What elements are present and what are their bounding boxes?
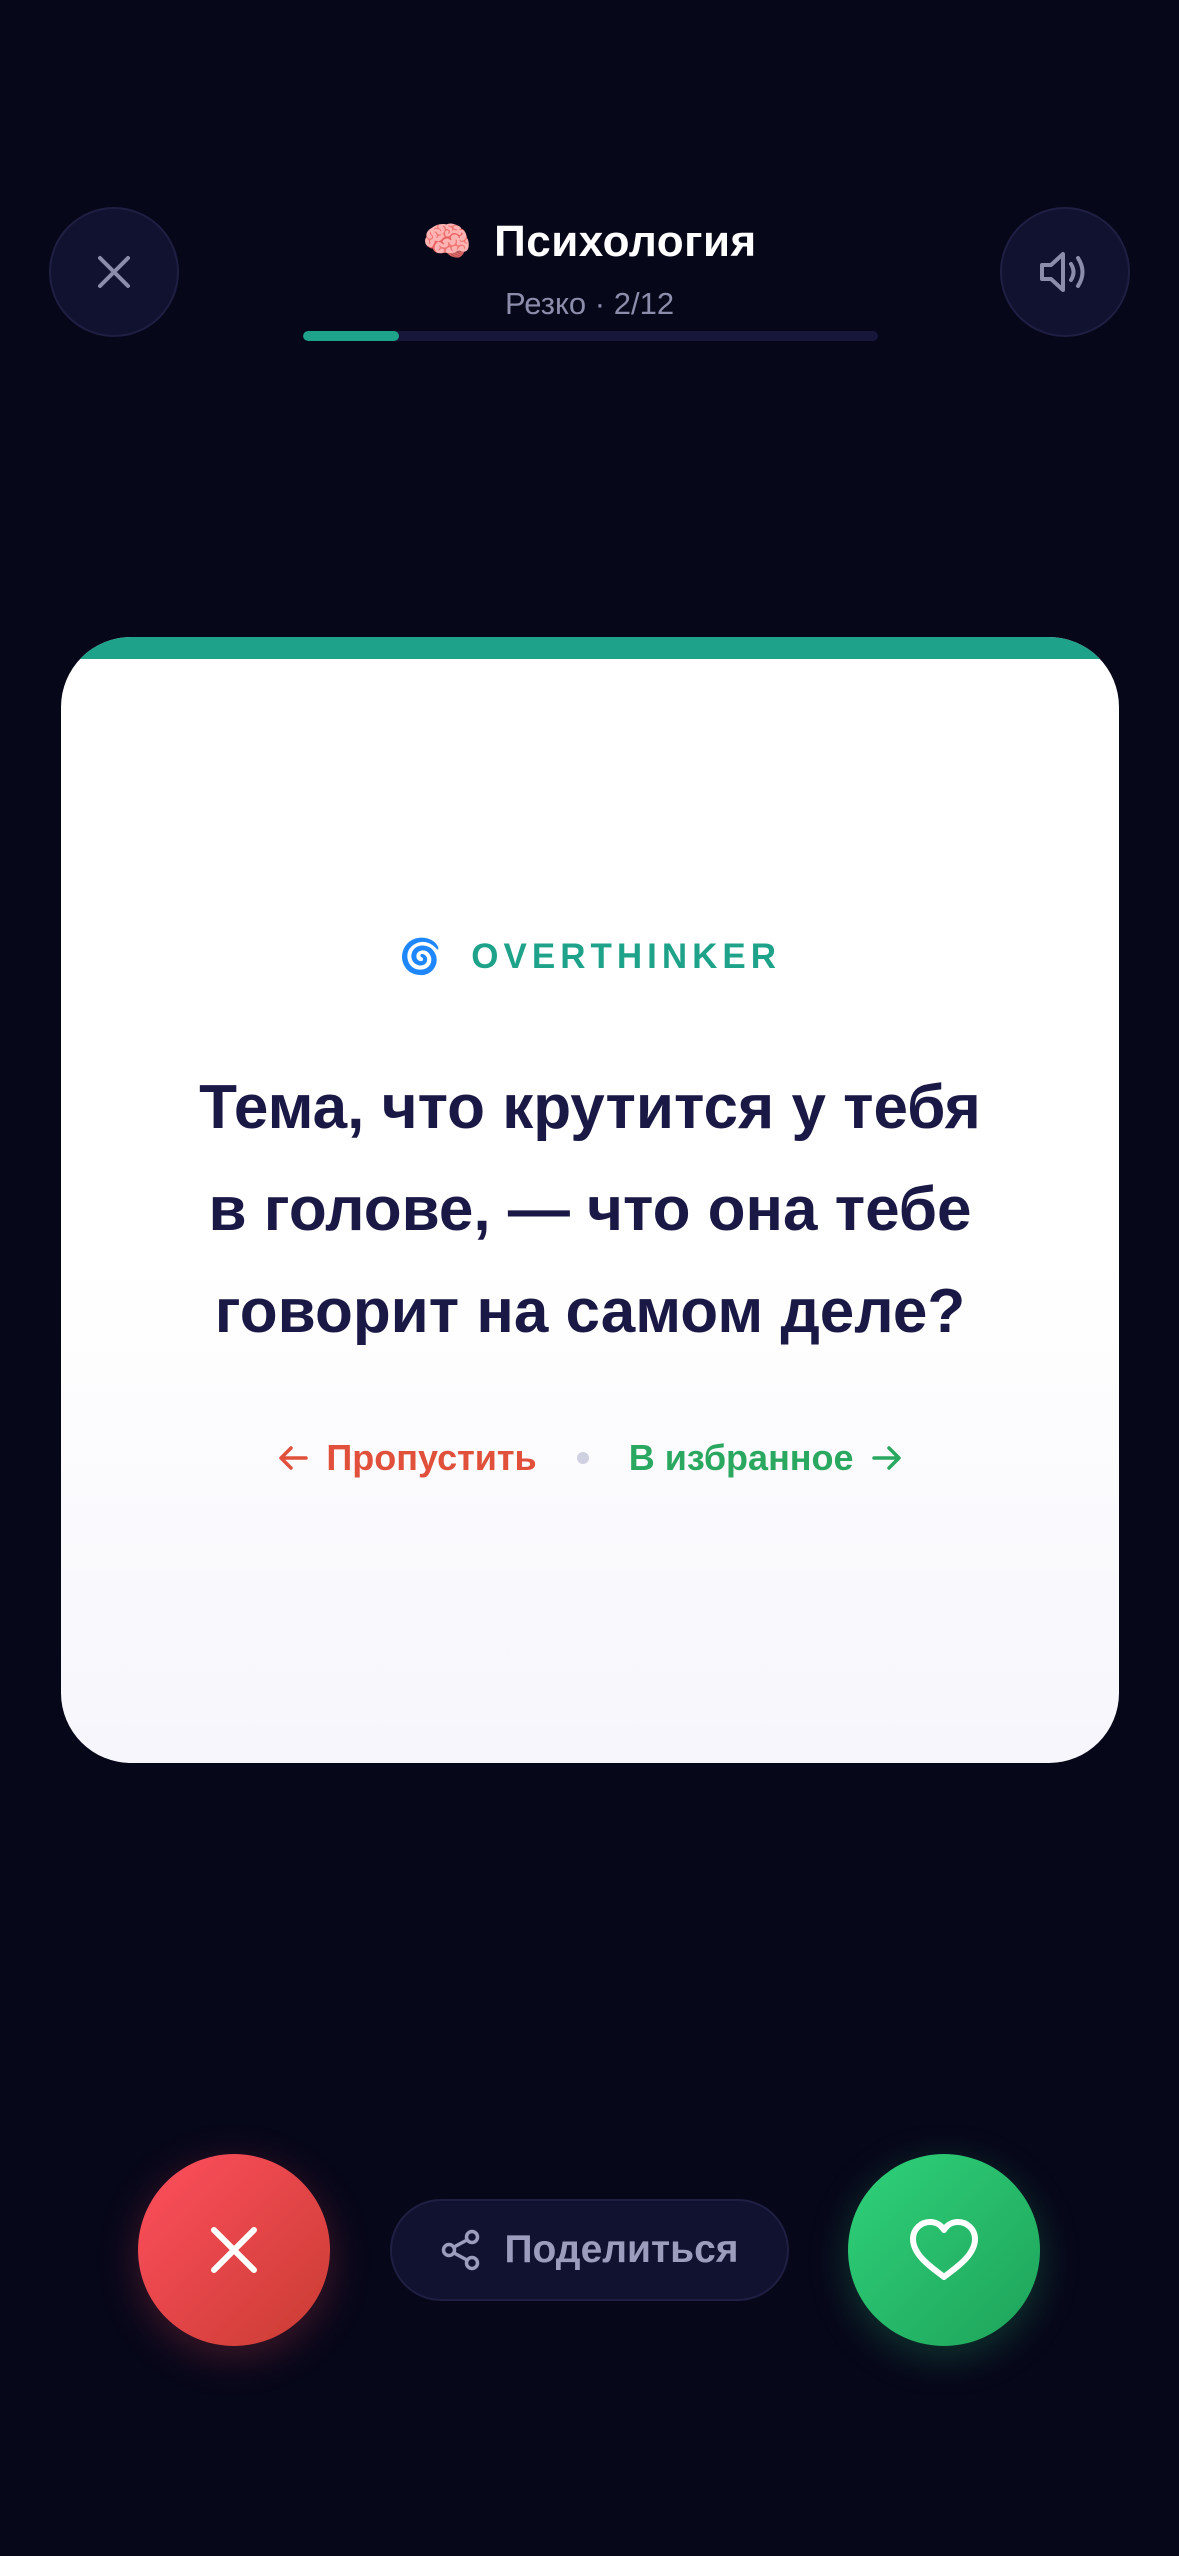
speaker-icon <box>1040 252 1085 292</box>
question-line: в голове, — что она тебе <box>208 1175 972 1244</box>
share-button[interactable]: Поделиться <box>390 2199 789 2301</box>
deck-subtitle: Резко · 2/12 <box>504 286 675 321</box>
progress-bar <box>303 331 878 341</box>
card-accent-bar <box>61 637 1119 659</box>
question-line: Тема, что крутится у тебя <box>199 1073 981 1142</box>
heart-icon <box>910 2219 978 2280</box>
share-icon <box>442 2229 480 2271</box>
share-button-label: Поделиться <box>504 2228 739 2271</box>
spiral-icon: 🌀 <box>398 938 442 976</box>
card-tag: 🌀 OVERTHINKER <box>61 937 1119 977</box>
close-icon <box>98 256 130 288</box>
progress-fill <box>303 331 399 341</box>
category-title: Психология <box>494 217 757 266</box>
question-card[interactable]: 🌀 OVERTHINKER Тема, что крутится у тебя … <box>61 637 1119 1763</box>
skip-hint: Пропустить <box>278 1437 537 1479</box>
arrow-left-icon <box>279 1446 309 1470</box>
like-button[interactable] <box>848 2154 1040 2346</box>
screen: 🧠 Психология Резко · 2/12 🌀 OVERTHINKER … <box>0 0 1179 2556</box>
brain-icon: 🧠 <box>422 220 473 264</box>
dislike-button[interactable] <box>138 2154 330 2346</box>
x-icon <box>211 2227 257 2273</box>
swipe-hints: Пропустить В избранное <box>61 1437 1119 1479</box>
favorite-hint-label: В избранное <box>628 1437 854 1478</box>
close-button[interactable] <box>49 207 179 337</box>
arrow-right-icon <box>871 1446 901 1470</box>
question-line: говорит на самом деле? <box>214 1277 966 1346</box>
card-tag-label: OVERTHINKER <box>471 937 782 976</box>
sound-button[interactable] <box>1000 207 1130 337</box>
header-title-block: 🧠 Психология Резко · 2/12 <box>300 212 879 324</box>
favorite-hint: В избранное <box>629 1437 902 1479</box>
question-text: Тема, что крутится у тебя в голове, — чт… <box>141 1057 1039 1363</box>
hint-separator-dot <box>576 1452 589 1464</box>
category-title-row: 🧠 Психология <box>300 212 879 272</box>
skip-hint-label: Пропустить <box>326 1437 537 1478</box>
